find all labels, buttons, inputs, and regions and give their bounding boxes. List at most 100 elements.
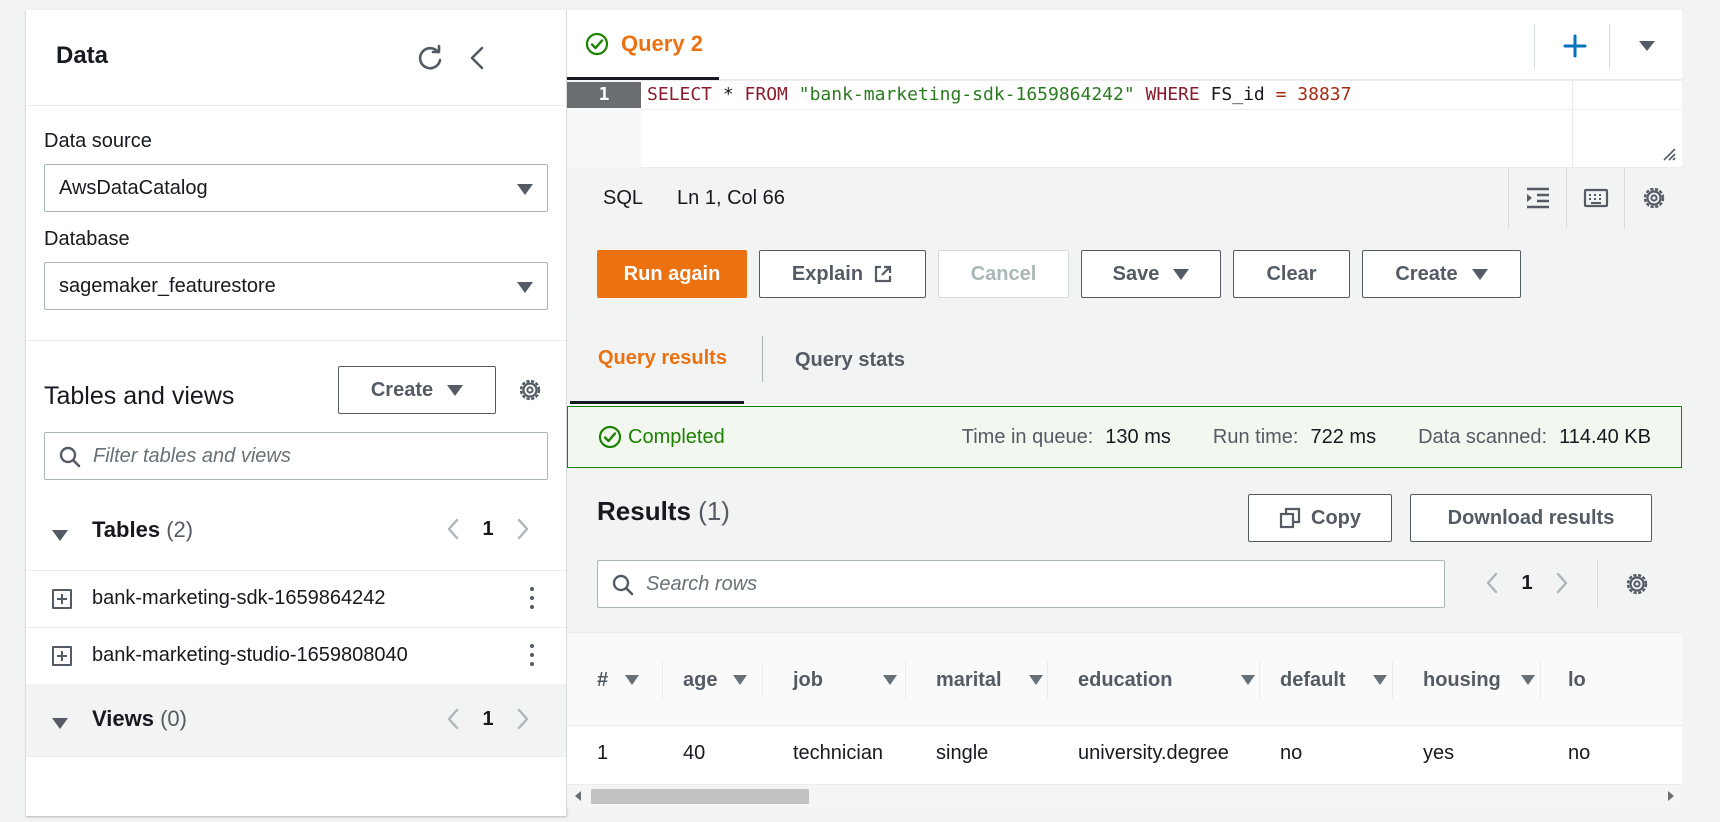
search-rows[interactable] <box>597 560 1445 608</box>
table-cell: yes <box>1423 742 1455 764</box>
column-header[interactable]: marital <box>936 633 1043 725</box>
tab-query-stats[interactable]: Query stats <box>795 316 905 404</box>
chevron-left-icon[interactable] <box>438 704 468 734</box>
add-query-tab-plus-icon[interactable] <box>1553 24 1597 68</box>
chevron-right-icon[interactable] <box>508 514 538 544</box>
column-header-label: age <box>683 668 718 691</box>
chevron-left-icon[interactable] <box>1477 568 1507 598</box>
divider <box>905 661 906 699</box>
table-list-item[interactable]: bank-marketing-studio-1659808040 <box>26 628 566 684</box>
filter-tables-search[interactable] <box>44 432 548 480</box>
explain-button-label: Explain <box>791 262 864 285</box>
code-token: 38837 <box>1297 84 1352 105</box>
copy-button[interactable]: Copy <box>1248 494 1392 542</box>
tabs-menu-caret-down-icon[interactable] <box>1625 24 1669 68</box>
data-source-select[interactable]: AwsDataCatalog <box>44 164 548 212</box>
explain-button[interactable]: Explain <box>759 250 926 298</box>
caret-down-icon <box>1471 268 1488 280</box>
check-circle-icon <box>585 32 609 55</box>
search-icon <box>612 574 634 596</box>
table-cell: no <box>1568 742 1591 764</box>
divider <box>1534 24 1535 68</box>
scroll-left-arrow-icon[interactable] <box>575 791 581 801</box>
divider <box>1609 24 1610 68</box>
query-actions-bar: Run again Explain Cancel Save Clear Crea… <box>567 228 1682 316</box>
column-header[interactable]: education <box>1078 633 1255 725</box>
run-time-value: 722 ms <box>1310 425 1377 448</box>
database-select[interactable]: sagemaker_featurestore <box>44 262 548 310</box>
sort-caret-icon[interactable] <box>1241 675 1255 685</box>
create-button-label: Create <box>1395 262 1458 285</box>
sort-caret-icon[interactable] <box>625 675 639 685</box>
column-header-label: job <box>793 668 823 691</box>
column-header[interactable]: default <box>1280 633 1387 725</box>
query-status-alert: Completed Time in queue: 130 ms Run time… <box>567 406 1682 468</box>
column-header[interactable]: # <box>597 633 639 725</box>
collapse-panel-icon[interactable] <box>458 38 498 78</box>
tab-query-2[interactable]: Query 2 <box>567 10 719 80</box>
more-actions-icon[interactable] <box>528 644 536 668</box>
caret-down-icon <box>517 184 533 195</box>
sort-caret-icon[interactable] <box>1373 675 1387 685</box>
chevron-right-icon[interactable] <box>508 704 538 734</box>
data-panel-title: Data <box>56 42 109 69</box>
sort-caret-icon[interactable] <box>1029 675 1043 685</box>
clear-button[interactable]: Clear <box>1233 250 1350 298</box>
tab-query-2-label: Query 2 <box>621 30 703 56</box>
chevron-left-icon[interactable] <box>438 514 468 544</box>
expand-plus-icon[interactable] <box>52 589 72 609</box>
results-count: (1) <box>698 496 730 526</box>
search-rows-input[interactable] <box>646 572 1444 596</box>
sql-editor[interactable]: 1 SELECT * FROM "bank-marketing-sdk-1659… <box>567 80 1682 168</box>
table-cell: 1 <box>597 742 609 764</box>
expand-plus-icon[interactable] <box>52 646 72 666</box>
more-actions-icon[interactable] <box>528 587 536 611</box>
save-button[interactable]: Save <box>1081 250 1221 298</box>
horizontal-scrollbar[interactable] <box>567 784 1682 807</box>
divider <box>762 336 763 382</box>
filter-tables-input[interactable] <box>93 444 547 468</box>
settings-gear-icon[interactable] <box>514 374 546 406</box>
time-in-queue-value: 130 ms <box>1105 425 1171 448</box>
sort-caret-icon[interactable] <box>733 675 747 685</box>
column-header[interactable]: lo <box>1568 633 1586 725</box>
create-button[interactable]: Create <box>1362 250 1521 298</box>
views-page-number[interactable]: 1 <box>468 708 508 731</box>
results-page-number[interactable]: 1 <box>1507 572 1547 595</box>
tables-expand-toggle-icon[interactable] <box>52 530 68 541</box>
sort-caret-icon[interactable] <box>883 675 897 685</box>
tables-count: (2) <box>166 517 194 542</box>
tables-page-number[interactable]: 1 <box>468 518 508 541</box>
divider <box>1597 560 1598 608</box>
refresh-icon[interactable] <box>410 38 450 78</box>
scroll-right-arrow-icon[interactable] <box>1668 791 1674 801</box>
create-table-button[interactable]: Create <box>338 366 496 414</box>
editor-settings-gear-icon[interactable] <box>1624 168 1682 228</box>
table-name[interactable]: bank-marketing-studio-1659808040 <box>92 644 408 667</box>
sql-code-line[interactable]: SELECT * FROM "bank-marketing-sdk-165986… <box>647 84 1351 106</box>
resize-handle-icon[interactable] <box>1662 147 1676 161</box>
format-indent-icon[interactable] <box>1508 168 1566 228</box>
data-scanned-value: 114.40 KB <box>1559 425 1651 448</box>
views-label: Views <box>92 706 154 731</box>
keyboard-shortcuts-icon[interactable] <box>1566 168 1624 228</box>
table-name[interactable]: bank-marketing-sdk-1659864242 <box>92 587 386 610</box>
scrollbar-thumb[interactable] <box>591 789 809 804</box>
results-preferences-gear-icon[interactable] <box>1621 568 1653 600</box>
cancel-button[interactable]: Cancel <box>938 250 1069 298</box>
sort-caret-icon[interactable] <box>1521 675 1535 685</box>
column-header[interactable]: job <box>793 633 897 725</box>
chevron-right-icon[interactable] <box>1547 568 1577 598</box>
column-header[interactable]: housing <box>1423 633 1535 725</box>
divider <box>662 661 663 699</box>
run-again-button[interactable]: Run again <box>597 250 747 298</box>
line-number: 1 <box>567 82 641 108</box>
views-expand-toggle-icon[interactable] <box>52 718 68 729</box>
column-header[interactable]: age <box>683 633 747 725</box>
tab-query-results[interactable]: Query results <box>570 316 744 404</box>
caret-down-icon <box>447 384 464 396</box>
table-list-item[interactable]: bank-marketing-sdk-1659864242 <box>26 571 566 627</box>
download-results-button[interactable]: Download results <box>1410 494 1652 542</box>
column-header-label: default <box>1280 668 1346 691</box>
